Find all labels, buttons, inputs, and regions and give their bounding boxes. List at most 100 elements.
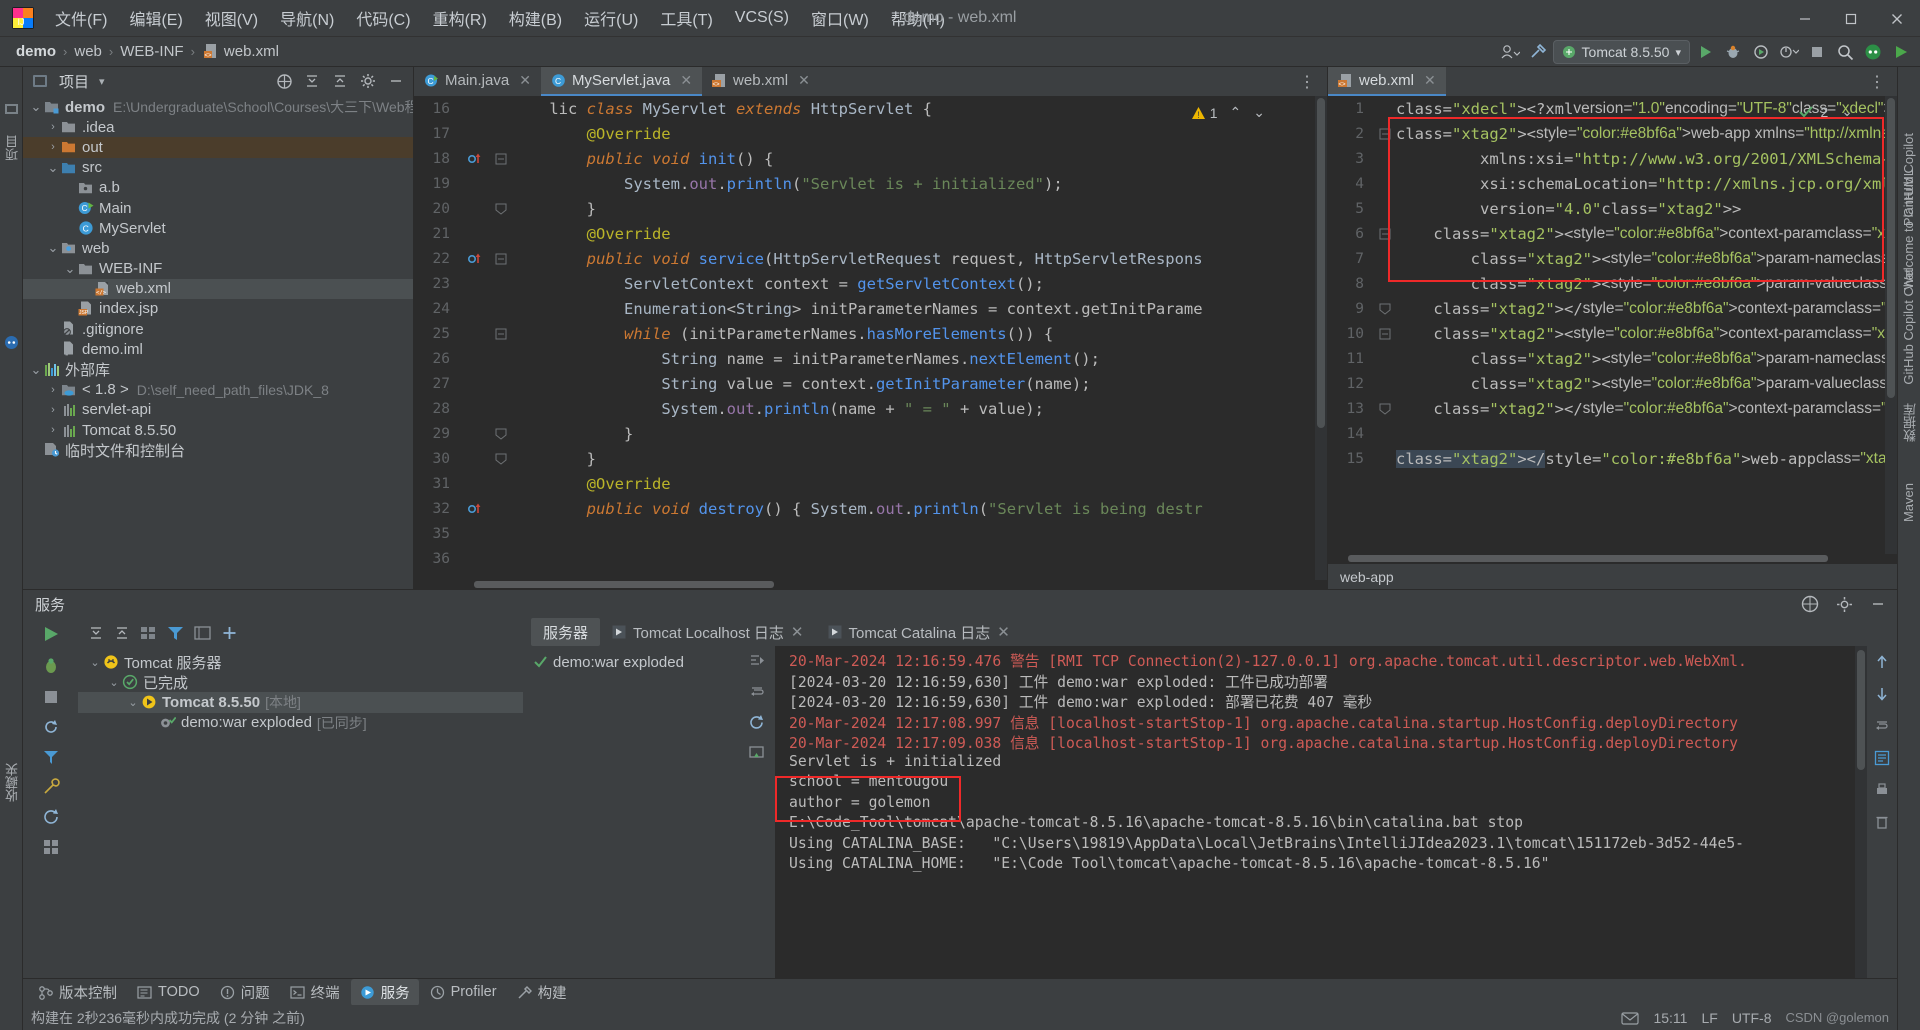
sidebar-item-favorites[interactable]: 收藏夹 bbox=[0, 757, 22, 808]
inspection-warning-indicator[interactable]: ! 1 ⌃ ⌄ bbox=[1191, 104, 1265, 121]
chevron-right-icon[interactable]: › bbox=[46, 404, 60, 416]
chevron-down-icon[interactable]: ⌄ bbox=[63, 261, 77, 277]
hide-panel-icon[interactable] bbox=[1865, 591, 1891, 617]
twb-version-control[interactable]: 版本控制 bbox=[29, 979, 126, 1006]
tool-window-bar[interactable]: 版本控制 TODO 问题 终端 服务 Profiler 构建 bbox=[23, 978, 1897, 1006]
fold-marker[interactable] bbox=[1374, 228, 1396, 240]
use-soft-wraps-icon[interactable] bbox=[1874, 750, 1890, 766]
chevron-down-icon[interactable]: ⌄ bbox=[126, 696, 140, 709]
fold-marker[interactable] bbox=[490, 253, 512, 265]
copilot-icon[interactable] bbox=[1860, 39, 1886, 65]
run-play-icon[interactable] bbox=[1888, 39, 1914, 65]
tree-node-out[interactable]: › out bbox=[23, 137, 413, 158]
window-controls[interactable] bbox=[1782, 0, 1920, 37]
service-row[interactable]: ⌄ 已完成 bbox=[78, 672, 523, 692]
scroll-to-end-icon[interactable] bbox=[748, 652, 765, 669]
menu-view[interactable]: 视图(V) bbox=[194, 2, 269, 34]
console-tab-localhost-log[interactable]: Tomcat Localhost 日志 ✕ bbox=[600, 618, 815, 646]
chevron-down-icon[interactable]: ▾ bbox=[99, 75, 105, 88]
status-line-separator[interactable]: LF bbox=[1701, 1010, 1717, 1026]
copilot-chat-strip-icon[interactable] bbox=[4, 335, 19, 350]
breadcrumb-webxml[interactable]: <> web.xml bbox=[202, 43, 279, 60]
chevron-right-icon[interactable]: › bbox=[46, 424, 60, 436]
tree-node-servlet-api[interactable]: › servlet-api bbox=[23, 400, 413, 420]
run-service-button[interactable] bbox=[41, 624, 61, 644]
profiler-button[interactable] bbox=[1776, 39, 1802, 65]
tree-node-myservlet[interactable]: C MyServlet bbox=[23, 218, 413, 238]
delete-icon[interactable] bbox=[1874, 814, 1890, 830]
tree-node-.gitignore[interactable]: .gitignore bbox=[23, 319, 413, 339]
tab-web-xml-right[interactable]: <> web.xml ✕ bbox=[1328, 67, 1446, 96]
tree-node-[interactable]: 临时文件和控制台 bbox=[23, 440, 413, 460]
chevron-up-icon[interactable]: ⌃ bbox=[1230, 104, 1242, 121]
filter-service-icon[interactable] bbox=[42, 748, 60, 766]
expand-all-icon[interactable] bbox=[88, 625, 104, 641]
project-tool-icon[interactable] bbox=[4, 101, 19, 116]
user-account-icon[interactable] bbox=[1497, 39, 1523, 65]
chevron-right-icon[interactable]: › bbox=[46, 141, 60, 153]
editor-scrollbar-right[interactable] bbox=[1885, 96, 1897, 554]
tab-web-xml-left[interactable]: <> web.xml ✕ bbox=[702, 67, 820, 96]
inspection-ok-indicator[interactable]: 2 ⌄ bbox=[1798, 103, 1853, 120]
menu-run[interactable]: 运行(U) bbox=[573, 2, 649, 34]
menu-file[interactable]: 文件(F) bbox=[44, 2, 118, 34]
tree-node-.idea[interactable]: › .idea bbox=[23, 117, 413, 137]
chevron-right-icon[interactable]: › bbox=[46, 384, 60, 396]
fold-marker[interactable] bbox=[1374, 403, 1396, 415]
tree-node-web[interactable]: ⌄ web bbox=[23, 238, 413, 258]
rerun-icon[interactable] bbox=[748, 714, 765, 731]
xml-breadcrumb[interactable]: web-app bbox=[1328, 563, 1897, 589]
group-view-icon[interactable] bbox=[140, 625, 157, 641]
left-tool-strip[interactable]: 项目 收藏夹 bbox=[0, 67, 23, 1030]
sidebar-item-plantuml[interactable]: PlantUML bbox=[1897, 163, 1920, 232]
close-icon[interactable]: ✕ bbox=[791, 623, 804, 641]
scroll-up-icon[interactable] bbox=[1874, 654, 1890, 670]
tree-node-src[interactable]: ⌄ src bbox=[23, 158, 413, 178]
tree-node-main[interactable]: C Main bbox=[23, 198, 413, 218]
close-button[interactable] bbox=[1874, 0, 1920, 37]
rerun-service-button[interactable] bbox=[42, 718, 60, 736]
tree-node-web.xml[interactable]: </> web.xml bbox=[23, 278, 413, 299]
status-encoding[interactable]: UTF-8 bbox=[1732, 1010, 1772, 1026]
debug-button[interactable] bbox=[1720, 39, 1746, 65]
gutter-marker[interactable] bbox=[460, 151, 490, 167]
twb-todo[interactable]: TODO bbox=[128, 981, 209, 1003]
help-icon[interactable] bbox=[1797, 591, 1823, 617]
minimize-button[interactable] bbox=[1782, 0, 1828, 37]
soft-wrap-icon[interactable] bbox=[748, 683, 765, 700]
sidebar-item-maven[interactable]: Maven bbox=[1897, 477, 1920, 528]
menu-vcs[interactable]: VCS(S) bbox=[724, 5, 800, 31]
sidebar-item-copilot-chat[interactable]: GitHub Copilot Chat bbox=[1897, 263, 1920, 391]
editor-scrollbar-left[interactable] bbox=[1315, 96, 1327, 580]
stop-button[interactable] bbox=[1804, 39, 1830, 65]
build-hammer-icon[interactable] bbox=[1525, 39, 1551, 65]
console-artifact-list[interactable]: demo:war exploded bbox=[523, 646, 738, 978]
twb-profiler[interactable]: Profiler bbox=[421, 981, 506, 1003]
navbar-actions[interactable]: Tomcat 8.5.50 ▾ bbox=[1497, 37, 1914, 67]
run-with-coverage-button[interactable] bbox=[1748, 39, 1774, 65]
tree-node-tomcat8.5.50[interactable]: › Tomcat 8.5.50 bbox=[23, 420, 413, 440]
run-configuration-selector[interactable]: Tomcat 8.5.50 ▾ bbox=[1552, 40, 1690, 64]
tree-node-demo.iml[interactable]: demo.iml bbox=[23, 339, 413, 359]
gutter-marker[interactable] bbox=[460, 251, 490, 267]
service-row[interactable]: demo:war exploded [已同步] bbox=[78, 713, 523, 733]
run-button[interactable] bbox=[1692, 39, 1718, 65]
collapse-all-icon[interactable] bbox=[327, 68, 353, 94]
debug-service-button[interactable] bbox=[41, 656, 61, 676]
close-icon[interactable]: ✕ bbox=[519, 72, 531, 89]
sidebar-item-project[interactable]: 项目 bbox=[0, 129, 22, 167]
breadcrumb-webinf[interactable]: WEB-INF bbox=[120, 43, 183, 60]
fold-marker[interactable] bbox=[490, 453, 512, 465]
tree-node-index.jsp[interactable]: JSP index.jsp bbox=[23, 299, 413, 319]
close-icon[interactable]: ✕ bbox=[1424, 72, 1436, 89]
twb-services[interactable]: 服务 bbox=[350, 978, 419, 1006]
service-row[interactable]: ⌄ Tomcat 服务器 bbox=[78, 652, 523, 672]
close-icon[interactable]: ✕ bbox=[997, 623, 1010, 641]
fit-content-icon[interactable] bbox=[194, 625, 211, 641]
stop-service-button[interactable] bbox=[42, 688, 60, 706]
menu-edit[interactable]: 编辑(E) bbox=[118, 2, 193, 34]
tree-node-a.b[interactable]: a.b bbox=[23, 178, 413, 198]
chevron-right-icon[interactable]: › bbox=[46, 121, 60, 133]
services-tree-toolbar[interactable] bbox=[78, 618, 523, 648]
fold-marker[interactable] bbox=[1374, 328, 1396, 340]
